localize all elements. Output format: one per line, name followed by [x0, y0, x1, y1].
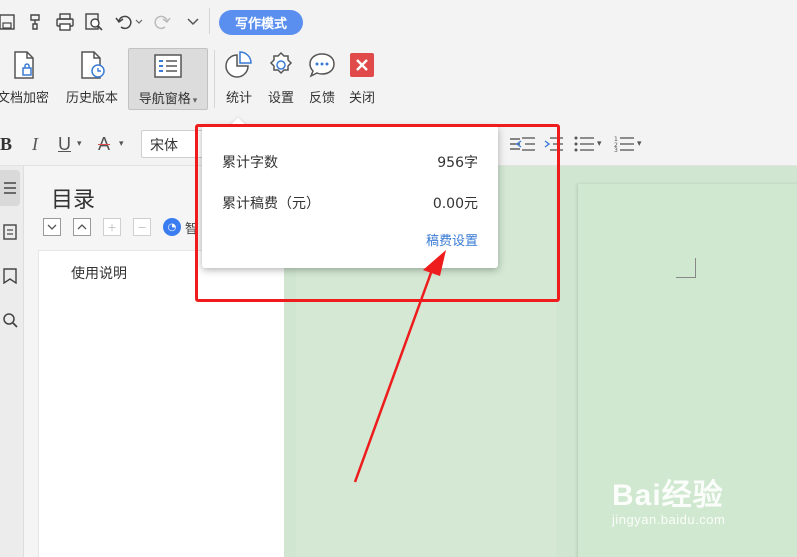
watermark-sub: jingyan.baidu.com	[612, 512, 726, 527]
watermark-main: Bai经验	[612, 479, 724, 512]
baidu-watermark: Bai经验 jingyan.baidu.com	[612, 470, 725, 527]
